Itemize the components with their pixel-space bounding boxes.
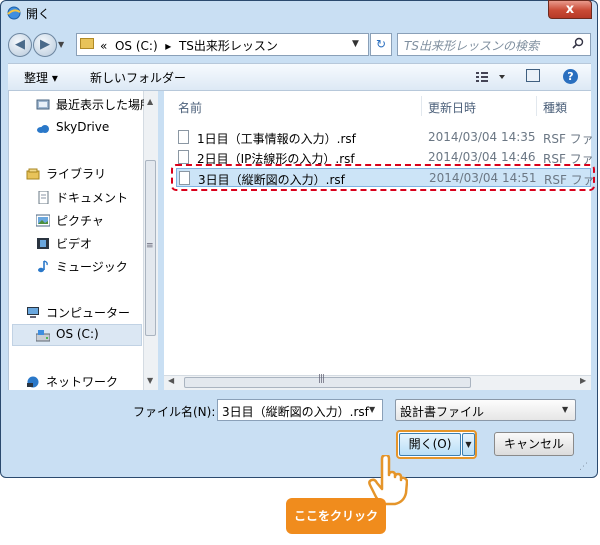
- filename-dropdown-icon[interactable]: ▼: [369, 405, 375, 414]
- ie-app-icon: [7, 6, 21, 20]
- recent-pages-dropdown-icon[interactable]: ▼: [58, 40, 64, 49]
- breadcrumb-folder[interactable]: TS出来形レッスン: [179, 39, 278, 53]
- nav-item-recent[interactable]: 最近表示した場所: [36, 96, 144, 114]
- filetype-dropdown-icon[interactable]: ▼: [562, 405, 568, 414]
- file-name: 1日目（工事情報の入力）.rsf: [197, 132, 356, 146]
- selection-highlight-annotation: [171, 164, 595, 191]
- file-icon: [178, 150, 189, 164]
- filetype-value[interactable]: 設計書ファイル: [400, 403, 484, 420]
- column-divider[interactable]: [421, 96, 422, 116]
- nav-label: ピクチャ: [56, 214, 104, 228]
- nav-item-libraries[interactable]: ライブラリ: [26, 165, 144, 183]
- library-icon: [26, 168, 40, 180]
- file-icon: [178, 130, 189, 144]
- title-bar: [1, 1, 595, 27]
- back-button[interactable]: ◀: [8, 33, 32, 57]
- forward-arrow-icon: ▶: [40, 37, 50, 52]
- breadcrumb-overflow[interactable]: «: [100, 39, 107, 53]
- organize-button[interactable]: 整理 ▾: [24, 69, 58, 86]
- breadcrumb-separator-icon[interactable]: ▸: [165, 39, 171, 53]
- refresh-icon: ↻: [375, 37, 387, 51]
- column-header-name[interactable]: 名前: [178, 99, 202, 116]
- nav-item-network[interactable]: ネットワーク: [26, 373, 144, 391]
- nav-item-music[interactable]: ミュージック: [36, 258, 144, 276]
- click-here-callout: ここをクリック: [286, 498, 386, 534]
- nav-label: ビデオ: [56, 237, 93, 251]
- nav-item-computer[interactable]: コンピューター: [26, 304, 144, 322]
- scroll-down-icon[interactable]: ▼: [147, 376, 153, 385]
- nav-item-videos[interactable]: ビデオ: [36, 235, 144, 253]
- help-button[interactable]: ?: [563, 69, 578, 84]
- nav-label: コンピューター: [46, 306, 131, 320]
- scroll-right-icon[interactable]: ▶: [580, 376, 586, 385]
- file-date: 2014/03/04 14:35: [428, 130, 536, 144]
- cancel-button[interactable]: キャンセル: [494, 432, 574, 456]
- new-folder-button[interactable]: 新しいフォルダー: [90, 69, 186, 86]
- network-icon: [27, 376, 39, 388]
- open-button[interactable]: 開く(O): [399, 433, 461, 456]
- preview-pane-icon[interactable]: [526, 69, 540, 82]
- search-placeholder: TS出来形レッスンの検索: [404, 39, 539, 53]
- scroll-left-icon[interactable]: ◀: [168, 376, 174, 385]
- nav-label: OS (C:): [56, 327, 99, 341]
- cloud-icon: [37, 125, 49, 133]
- column-header-type[interactable]: 種類: [543, 99, 567, 116]
- search-icon[interactable]: [572, 37, 584, 49]
- nav-label: ライブラリ: [46, 167, 107, 181]
- filename-value[interactable]: 3日目（縦断図の入力）.rsf: [222, 403, 369, 420]
- open-options-dropdown-icon[interactable]: ▼: [462, 433, 475, 456]
- nav-item-skydrive[interactable]: SkyDrive: [36, 120, 144, 138]
- nav-label: ネットワーク: [46, 375, 119, 389]
- close-button[interactable]: x: [548, 0, 592, 19]
- forward-button[interactable]: ▶: [33, 33, 57, 57]
- filename-label: ファイル名(N):: [133, 405, 216, 419]
- column-header-date[interactable]: 更新日時: [428, 99, 476, 116]
- video-icon: [37, 238, 49, 249]
- music-icon: [38, 260, 48, 273]
- scroll-grip-icon: ≡: [146, 241, 154, 251]
- refresh-button[interactable]: ↻: [370, 33, 392, 56]
- file-type: RSF ファ: [543, 132, 594, 146]
- back-arrow-icon: ◀: [15, 37, 25, 52]
- breadcrumb[interactable]: « OS (C:) ▸ TS出来形レッスン: [100, 37, 278, 54]
- file-row[interactable]: 1日目（工事情報の入力）.rsf 2014/03/04 14:35 RSF ファ: [176, 128, 594, 147]
- nav-label: SkyDrive: [56, 120, 110, 134]
- address-dropdown-icon[interactable]: ▼: [352, 39, 359, 49]
- pictures-icon: [36, 214, 50, 227]
- folder-icon: [80, 38, 94, 49]
- document-icon: [38, 191, 49, 204]
- nav-label: ミュージック: [56, 260, 128, 274]
- file-date: 2014/03/04 14:46: [428, 150, 536, 164]
- horizontal-scrollbar-thumb[interactable]: [184, 377, 471, 388]
- nav-label: 最近表示した場所: [56, 98, 144, 112]
- nav-label: ドキュメント: [56, 191, 129, 205]
- column-divider[interactable]: [536, 96, 537, 116]
- nav-item-drive-c[interactable]: OS (C:): [36, 327, 142, 345]
- window-title: 開く: [26, 7, 51, 21]
- computer-icon: [27, 307, 39, 318]
- change-view-icon[interactable]: [475, 68, 509, 86]
- resize-grip-icon[interactable]: ⋰: [579, 462, 588, 472]
- drive-icon: [36, 330, 50, 342]
- nav-item-pictures[interactable]: ピクチャ: [36, 212, 144, 230]
- scroll-up-icon[interactable]: ▲: [147, 97, 153, 106]
- recent-places-icon: [36, 99, 50, 110]
- nav-item-documents[interactable]: ドキュメント: [36, 189, 144, 207]
- breadcrumb-drive[interactable]: OS (C:): [115, 39, 158, 53]
- scroll-grip-icon: |||: [318, 374, 325, 384]
